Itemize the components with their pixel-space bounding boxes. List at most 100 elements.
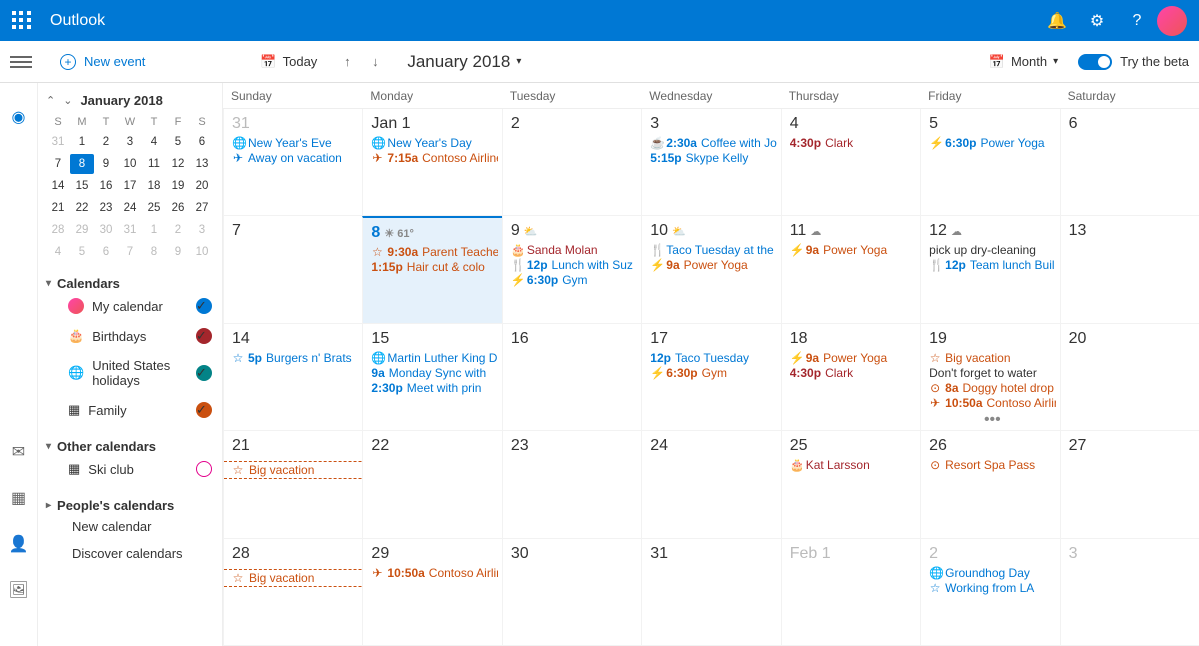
day-cell[interactable]: 8☀ 61°☆9:30aParent Teacher1:15pHair cut … xyxy=(362,216,501,323)
event[interactable]: ☆5pBurgers n' Brats xyxy=(232,351,358,365)
mini-day-cell[interactable]: 14 xyxy=(46,176,70,196)
event[interactable]: ✈10:50aContoso Airlin xyxy=(929,396,1055,410)
mini-day-cell[interactable]: 9 xyxy=(166,242,190,262)
mini-day-cell[interactable]: 17 xyxy=(118,176,142,196)
calendar-item-birthdays[interactable]: 🎂Birthdays✓ xyxy=(46,321,214,351)
event[interactable]: 🌐Martin Luther King D xyxy=(371,351,497,365)
day-cell[interactable]: 6 xyxy=(1060,109,1199,216)
help-icon[interactable]: ? xyxy=(1117,1,1157,41)
mini-day-cell[interactable]: 8 xyxy=(142,242,166,262)
event[interactable]: 🍴Taco Tuesday at the xyxy=(650,243,776,257)
day-cell[interactable]: 22 xyxy=(362,431,501,538)
month-selector[interactable]: January 2018▾ xyxy=(407,52,521,72)
event[interactable]: 12pTaco Tuesday xyxy=(650,351,776,365)
event[interactable]: ☆Working from LA xyxy=(929,581,1055,595)
today-button[interactable]: 📅Today xyxy=(260,54,317,70)
day-cell[interactable]: 18⚡9aPower Yoga4:30pClark xyxy=(781,324,920,431)
day-cell[interactable]: 25🎂Kat Larsson xyxy=(781,431,920,538)
mini-day-cell[interactable]: 3 xyxy=(118,132,142,152)
calendar-app-icon[interactable]: ▦ xyxy=(9,488,29,508)
photos-icon[interactable]: 🖼 xyxy=(9,580,29,600)
mini-day-cell[interactable]: 19 xyxy=(166,176,190,196)
event[interactable]: ⚡6:30pGym xyxy=(650,366,776,380)
mini-day-cell[interactable]: 30 xyxy=(94,220,118,240)
event[interactable]: ☕2:30aCoffee with Jo xyxy=(650,136,776,150)
calendar-item-ski[interactable]: ▦Ski club xyxy=(46,454,214,484)
mini-day-cell[interactable]: 20 xyxy=(190,176,214,196)
event[interactable]: ✈10:50aContoso Airlin xyxy=(371,566,497,580)
event[interactable]: 2:30pMeet with prin xyxy=(371,381,497,395)
mini-day-cell[interactable]: 16 xyxy=(94,176,118,196)
day-cell[interactable]: 30 xyxy=(502,539,641,646)
mini-day-cell[interactable]: 13 xyxy=(190,154,214,174)
mini-day-cell[interactable]: 4 xyxy=(142,132,166,152)
avatar[interactable] xyxy=(1157,6,1187,36)
beta-toggle[interactable] xyxy=(1078,54,1112,70)
app-launcher-icon[interactable] xyxy=(12,11,32,31)
mini-day-cell[interactable]: 4 xyxy=(46,242,70,262)
checkbox-icon[interactable]: ✓ xyxy=(196,298,212,314)
notifications-icon[interactable]: 🔔 xyxy=(1037,1,1077,41)
day-cell[interactable]: 3 xyxy=(1060,539,1199,646)
event[interactable]: ⚡6:30pGym xyxy=(511,273,637,287)
event[interactable]: ⚡6:30pPower Yoga xyxy=(929,136,1055,150)
day-cell[interactable]: 14☆5pBurgers n' Brats xyxy=(223,324,362,431)
day-cell[interactable]: 1712pTaco Tuesday⚡6:30pGym xyxy=(641,324,780,431)
new-calendar-link[interactable]: New calendar xyxy=(46,513,214,540)
nav-toggle-icon[interactable] xyxy=(10,56,32,68)
day-cell[interactable]: 31🌐New Year's Eve✈Away on vacation xyxy=(223,109,362,216)
mini-day-cell[interactable]: 10 xyxy=(190,242,214,262)
mini-day-cell[interactable]: 6 xyxy=(94,242,118,262)
mini-day-cell[interactable]: 28 xyxy=(46,220,70,240)
event[interactable]: Don't forget to water xyxy=(929,366,1055,380)
more-events[interactable]: ••• xyxy=(929,411,1055,429)
day-cell[interactable]: 15🌐Martin Luther King D9aMonday Sync wit… xyxy=(362,324,501,431)
event[interactable]: ⚡9aPower Yoga xyxy=(790,351,916,365)
checkbox-icon[interactable]: ✓ xyxy=(196,402,212,418)
event-banner[interactable]: ☆Big vacation xyxy=(224,569,362,587)
mini-day-cell[interactable]: 7 xyxy=(118,242,142,262)
other-calendars-section[interactable]: ▾Other calendars xyxy=(46,439,214,454)
day-cell[interactable]: 19☆Big vacationDon't forget to water⊙8aD… xyxy=(920,324,1059,431)
mini-day-cell[interactable]: 21 xyxy=(46,198,70,218)
event[interactable]: 9aMonday Sync with xyxy=(371,366,497,380)
mini-day-cell[interactable]: 18 xyxy=(142,176,166,196)
mini-day-cell[interactable]: 6 xyxy=(190,132,214,152)
event[interactable]: ☆Big vacation xyxy=(929,351,1055,365)
day-cell[interactable]: 26⊙Resort Spa Pass xyxy=(920,431,1059,538)
mini-day-cell[interactable]: 31 xyxy=(46,132,70,152)
mini-day-cell[interactable]: 12 xyxy=(166,154,190,174)
event[interactable]: ⚡9aPower Yoga xyxy=(650,258,776,272)
mini-day-cell[interactable]: 5 xyxy=(166,132,190,152)
mini-day-cell[interactable]: 5 xyxy=(70,242,94,262)
event[interactable]: ⊙8aDoggy hotel drop xyxy=(929,381,1055,395)
mini-day-cell[interactable]: 22 xyxy=(70,198,94,218)
day-cell[interactable]: 28☆Big vacation xyxy=(223,539,362,646)
day-cell[interactable]: 12☁pick up dry-cleaning🍴12pTeam lunch Bu… xyxy=(920,216,1059,323)
mini-day-cell[interactable]: 7 xyxy=(46,154,70,174)
event[interactable]: 🍴12pTeam lunch Buil xyxy=(929,258,1055,272)
event[interactable]: 1:15pHair cut & colo xyxy=(371,260,497,274)
mail-icon[interactable]: ✉ xyxy=(9,442,29,462)
day-cell[interactable]: Feb 1 xyxy=(781,539,920,646)
day-cell[interactable]: 3☕2:30aCoffee with Jo5:15pSkype Kelly xyxy=(641,109,780,216)
event[interactable]: 🎂Sanda Molan xyxy=(511,243,637,257)
event[interactable]: 4:30pClark xyxy=(790,136,916,150)
outlook-icon[interactable]: ◉ xyxy=(9,107,29,127)
people-icon[interactable]: 👤 xyxy=(9,534,29,554)
day-cell[interactable]: 10⛅🍴Taco Tuesday at the⚡9aPower Yoga xyxy=(641,216,780,323)
event[interactable]: ⚡9aPower Yoga xyxy=(790,243,916,257)
checkbox-icon[interactable]: ✓ xyxy=(196,365,212,381)
day-cell[interactable]: 13 xyxy=(1060,216,1199,323)
day-cell[interactable]: 16 xyxy=(502,324,641,431)
checkbox-icon[interactable] xyxy=(196,461,212,477)
mini-prev-icon[interactable]: ⌃ xyxy=(46,94,55,107)
day-cell[interactable]: 23 xyxy=(502,431,641,538)
mini-day-cell[interactable]: 10 xyxy=(118,154,142,174)
next-arrow-icon[interactable]: ↓ xyxy=(361,54,389,69)
event[interactable]: 🌐New Year's Eve xyxy=(232,136,358,150)
event[interactable]: ⊙Resort Spa Pass xyxy=(929,458,1055,472)
event[interactable]: 🌐Groundhog Day xyxy=(929,566,1055,580)
day-cell[interactable]: 29✈10:50aContoso Airlin xyxy=(362,539,501,646)
mini-day-cell[interactable]: 29 xyxy=(70,220,94,240)
